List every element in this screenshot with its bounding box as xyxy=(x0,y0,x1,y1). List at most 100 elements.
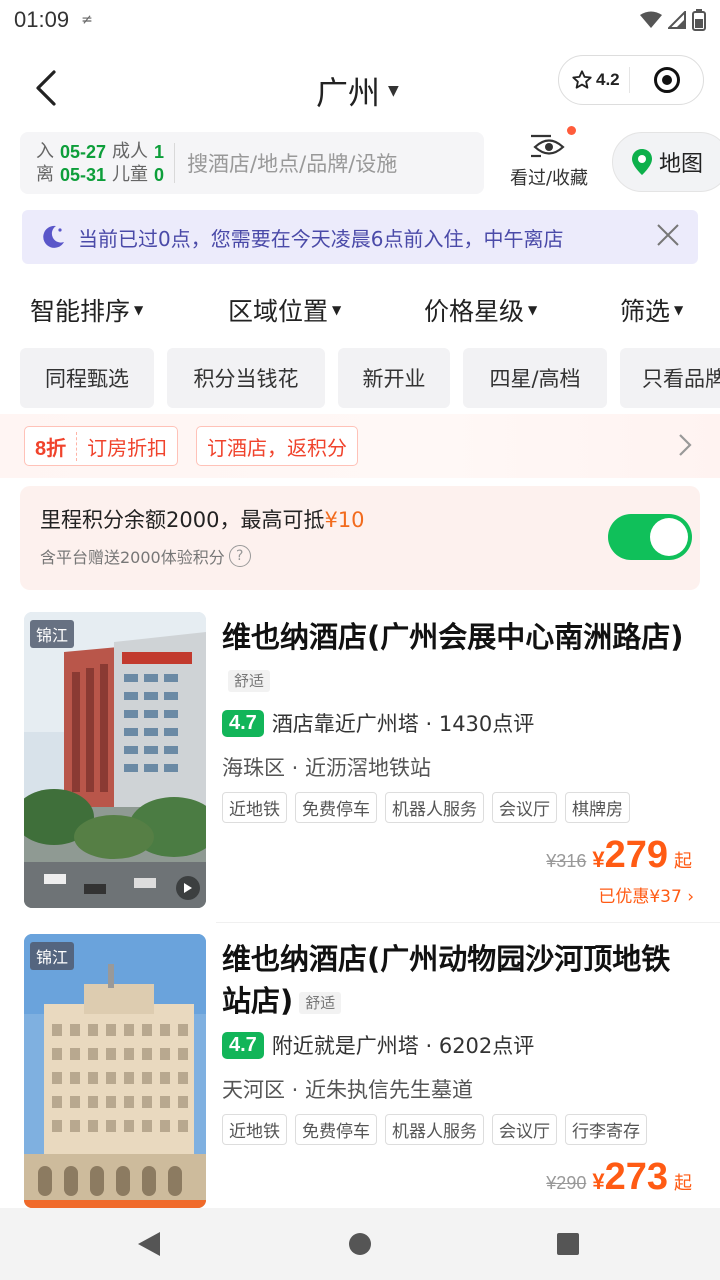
back-button[interactable] xyxy=(28,68,68,108)
checkout-label: 离 xyxy=(36,163,54,185)
checkin-label: 入 xyxy=(36,140,54,162)
hotel-photo[interactable]: 锦江 xyxy=(24,934,206,1208)
favorite-rating-button[interactable]: 4.2 xyxy=(559,69,629,91)
filter-area-label: 区域位置 xyxy=(228,297,329,326)
hotel-level-tag: 舒适 xyxy=(228,670,271,692)
notification-dot xyxy=(567,126,576,135)
amenity-tag: 机器人服务 xyxy=(385,792,484,823)
amenity-tag: 机器人服务 xyxy=(385,1114,484,1145)
filter-bar: 智能排序 ▼ 区域位置 ▼ 价格星级 ▼ 筛选 ▼ xyxy=(0,282,720,338)
chip-new-opening[interactable]: 新开业 xyxy=(338,348,450,408)
hotel-amenities: 近地铁 免费停车 机器人服务 会议厅 棋牌房 xyxy=(222,792,630,823)
nav-back-button[interactable] xyxy=(136,1230,162,1262)
chip-four-star[interactable]: 四星/高档 xyxy=(463,348,607,408)
discount-tag[interactable]: 8折 订房折扣 xyxy=(24,426,179,466)
seen-favorites-label: 看过/收藏 xyxy=(509,168,589,189)
chevron-right-icon xyxy=(679,434,692,456)
hotel-card[interactable]: 锦江 维也纳酒店(广州动物园沙河顶地铁站店) 舒适 4.7 附近就是广州塔 · 6… xyxy=(0,934,720,1208)
hotel-level-tag: 舒适 xyxy=(299,992,342,1014)
caret-down-icon: ▼ xyxy=(332,303,342,317)
caret-down-icon: ▼ xyxy=(388,83,399,99)
points-tag[interactable]: 订酒店，返积分 xyxy=(196,426,358,466)
moon-icon xyxy=(43,225,64,248)
battery-icon xyxy=(692,9,706,31)
amenity-tag: 棋牌房 xyxy=(565,792,630,823)
caret-down-icon: ▼ xyxy=(134,303,144,317)
price-suffix: 起 xyxy=(674,851,692,872)
filter-more-label: 筛选 xyxy=(620,297,671,326)
current-price: ¥273 xyxy=(592,1156,668,1198)
help-icon[interactable]: ? xyxy=(228,545,251,567)
hotel-rating-row: 4.7 酒店靠近广州塔 · 1430点评 xyxy=(222,708,534,738)
map-button[interactable]: 地图 xyxy=(612,132,720,192)
child-count: 0 xyxy=(154,164,165,185)
promo-strip[interactable]: 8折 订房折扣 订酒店，返积分 xyxy=(0,414,720,478)
card-divider xyxy=(216,922,720,923)
chevron-right-icon: › xyxy=(687,887,694,907)
nav-home-button[interactable] xyxy=(348,1230,372,1262)
hotel-card[interactable]: 锦江 维也纳酒店(广州会展中心南洲路店) 舒适 4.7 酒店靠近广州塔 · 143… xyxy=(0,612,720,924)
points-toggle[interactable] xyxy=(608,514,692,560)
square-recents-icon xyxy=(557,1233,579,1255)
adult-count: 1 xyxy=(154,141,165,162)
hotel-score: 4.7 xyxy=(222,709,264,737)
points-card: 里程积分余额2000，最高可抵¥10 含平台赠送2000体验积分 ? xyxy=(20,486,700,590)
filter-sort[interactable]: 智能排序 ▼ xyxy=(30,292,143,328)
points-note: 含平台赠送2000体验积分 ? xyxy=(40,544,251,568)
amenity-tag: 会议厅 xyxy=(492,792,557,823)
hotel-building-image xyxy=(24,612,206,908)
chip-brand-only[interactable]: 只看品牌 xyxy=(620,348,720,408)
status-extra-icon: ≠ xyxy=(81,12,93,28)
discount-info-text: 已优惠¥37 xyxy=(598,887,682,907)
adult-label: 成人 xyxy=(112,140,149,162)
filter-sort-label: 智能排序 xyxy=(30,297,131,326)
hotel-name: 维也纳酒店(广州会展中心南洲路店) 舒适 xyxy=(222,616,692,702)
signal-icon xyxy=(668,11,686,29)
hotel-location: 天河区 · 近朱执信先生墓道 xyxy=(222,1078,474,1102)
status-icons xyxy=(640,9,706,31)
video-play-icon[interactable] xyxy=(176,876,200,900)
chip-tongcheng-select[interactable]: 同程甄选 xyxy=(20,348,154,408)
close-icon xyxy=(657,224,679,246)
seen-favorites-button[interactable]: 看过/收藏 xyxy=(500,126,598,196)
hotel-photo[interactable]: 锦江 xyxy=(24,612,206,908)
hotel-location: 海珠区 · 近沥滘地铁站 xyxy=(222,756,432,780)
close-miniprogram-button[interactable] xyxy=(630,66,703,94)
hotel-price: ¥316 ¥279 起 xyxy=(546,834,692,877)
current-price: ¥279 xyxy=(592,834,668,876)
city-selector[interactable]: 广州 ▼ xyxy=(316,68,399,114)
checkout-date: 05-31 xyxy=(60,164,107,185)
amenity-tag: 免费停车 xyxy=(295,792,377,823)
chip-points-as-cash[interactable]: 积分当钱花 xyxy=(167,348,325,408)
points-note-text: 含平台赠送2000体验积分 xyxy=(40,548,225,567)
filter-price-star[interactable]: 价格星级 ▼ xyxy=(424,292,537,328)
eye-list-icon xyxy=(531,134,565,158)
top-navigation: 广州 ▼ 4.2 xyxy=(0,50,720,126)
circle-home-icon xyxy=(349,1233,371,1255)
close-notice-button[interactable] xyxy=(656,223,680,251)
late-checkin-notice: 当前已过0点，您需要在今天凌晨6点前入住，中午离店 xyxy=(22,210,698,264)
filter-area[interactable]: 区域位置 ▼ xyxy=(228,292,341,328)
discount-info[interactable]: 已优惠¥37 › xyxy=(598,882,694,907)
location-pin-icon xyxy=(632,149,652,175)
filter-more[interactable]: 筛选 ▼ xyxy=(620,292,683,328)
system-navigation-bar xyxy=(0,1208,720,1280)
triangle-back-icon xyxy=(138,1232,160,1256)
notice-text: 当前已过0点，您需要在今天凌晨6点前入住，中午离店 xyxy=(78,226,564,251)
search-input[interactable]: 搜酒店/地点/品牌/设施 xyxy=(175,148,397,178)
hotel-building-image xyxy=(24,934,206,1208)
date-guest-selector[interactable]: 入 05-27 成人 1 离 05-31 儿童 0 xyxy=(20,141,164,186)
hotel-name-text: 维也纳酒店(广州动物园沙河顶地铁站店) xyxy=(222,942,671,1018)
hotel-price: ¥290 ¥273 起 xyxy=(546,1156,692,1199)
nav-recents-button[interactable] xyxy=(556,1230,580,1262)
original-price: ¥316 xyxy=(546,851,587,871)
points-balance: 里程积分余额2000，最高可抵¥10 xyxy=(40,504,365,534)
points-balance-text: 里程积分余额2000，最高可抵 xyxy=(40,508,325,532)
caret-down-icon: ▼ xyxy=(674,303,684,317)
search-box: 入 05-27 成人 1 离 05-31 儿童 0 搜酒店/地点/品牌/设施 xyxy=(20,132,484,194)
star-icon xyxy=(572,70,592,89)
amenity-tag: 行李寄存 xyxy=(565,1114,647,1145)
points-tag-text: 订酒店，返积分 xyxy=(207,435,347,460)
discount-text: 订房折扣 xyxy=(87,435,168,460)
original-price: ¥290 xyxy=(546,1173,587,1193)
